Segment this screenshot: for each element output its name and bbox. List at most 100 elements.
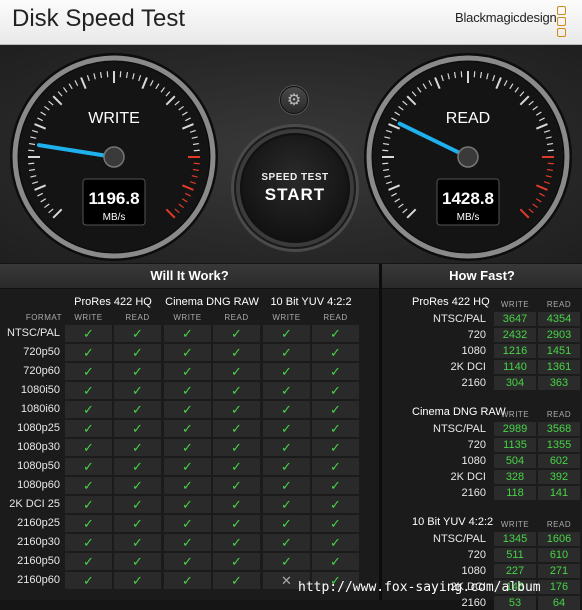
checkmark-icon: ✓ — [164, 344, 211, 361]
checkmark-icon: ✓ — [213, 496, 260, 513]
checkmark-icon: ✓ — [312, 496, 359, 513]
title-bar: Disk Speed Test Blackmagicdesign — [0, 0, 582, 45]
checkmark-icon: ✓ — [114, 572, 161, 589]
checkmark-icon: ✓ — [65, 572, 112, 589]
read-fps-value: 1361 — [538, 360, 580, 374]
format-row-label: 2K DCI 25 — [2, 496, 60, 513]
write-column-header: WRITE — [262, 313, 311, 322]
checkmark-icon: ✓ — [263, 496, 310, 513]
checkmark-icon: ✓ — [164, 363, 211, 380]
checkmark-icon: ✓ — [312, 420, 359, 437]
checkmark-icon: ✓ — [114, 515, 161, 532]
checkmark-icon: ✓ — [213, 515, 260, 532]
checkmark-icon: ✓ — [312, 477, 359, 494]
format-row-label: 1080i60 — [2, 401, 60, 418]
read-column-header: READ — [311, 313, 360, 322]
read-fps-value: 363 — [538, 376, 580, 390]
checkmark-icon: ✓ — [164, 515, 211, 532]
checkmark-icon: ✓ — [65, 420, 112, 437]
resolution-label: 2160 — [392, 377, 486, 389]
write-fps-value: 504 — [494, 454, 536, 468]
resolution-label: 2160 — [392, 487, 486, 499]
checkmark-icon: ✓ — [312, 344, 359, 361]
checkmark-icon: ✓ — [263, 439, 310, 456]
checkmark-icon: ✓ — [263, 420, 310, 437]
checkmark-icon: ✓ — [312, 515, 359, 532]
read-fps-value: 392 — [538, 470, 580, 484]
read-column-header: READ — [212, 313, 261, 322]
checkmark-icon: ✓ — [312, 553, 359, 570]
checkmark-icon: ✓ — [164, 572, 211, 589]
checkmark-icon: ✓ — [65, 363, 112, 380]
write-column-header: WRITE — [494, 300, 536, 309]
write-needle-hub — [104, 147, 124, 167]
write-gauge: WRITE1196.8MB/s — [8, 51, 220, 263]
checkmark-icon: ✓ — [164, 382, 211, 399]
format-column-header: FORMAT — [4, 313, 62, 322]
checkmark-icon: ✓ — [164, 401, 211, 418]
write-fps-value: 1140 — [494, 360, 536, 374]
write-fps-value: 328 — [494, 470, 536, 484]
settings-gear-button[interactable]: ⚙ — [280, 86, 308, 114]
checkmark-icon: ✓ — [213, 534, 260, 551]
checkmark-icon: ✓ — [213, 477, 260, 494]
checkmark-icon: ✓ — [164, 534, 211, 551]
format-row-label: 2160p30 — [2, 534, 60, 551]
checkmark-icon: ✓ — [65, 439, 112, 456]
read-fps-value: 1606 — [538, 532, 580, 546]
watermark-text: http://www.fox-saying.com/album — [298, 580, 541, 595]
resolution-label: 1080 — [392, 565, 486, 577]
checkmark-icon: ✓ — [263, 363, 310, 380]
read-speed-value: 1428.8 — [442, 189, 494, 208]
checkmark-icon: ✓ — [213, 382, 260, 399]
format-group-label: Cinema DNG RAW — [163, 296, 261, 308]
write-column-header: WRITE — [494, 520, 536, 529]
checkmark-icon: ✓ — [263, 553, 310, 570]
checkmark-icon: ✓ — [65, 534, 112, 551]
checkmark-icon: ✓ — [263, 325, 310, 342]
format-row-label: 2160p60 — [2, 572, 60, 589]
checkmark-icon: ✓ — [114, 439, 161, 456]
panel-divider — [379, 264, 382, 600]
read-column-header: READ — [538, 520, 580, 529]
resolution-label: 2K DCI — [392, 471, 486, 483]
format-row-label: 2160p50 — [2, 553, 60, 570]
will-it-work-header: Will It Work? — [0, 264, 379, 289]
write-fps-value: 227 — [494, 564, 536, 578]
checkmark-icon: ✓ — [65, 344, 112, 361]
format-row-label: NTSC/PAL — [2, 325, 60, 342]
start-button-label: START — [265, 185, 325, 205]
resolution-label: NTSC/PAL — [392, 313, 486, 325]
resolution-label: 1080 — [392, 455, 486, 467]
checkmark-icon: ✓ — [114, 534, 161, 551]
checkmark-icon: ✓ — [114, 401, 161, 418]
checkmark-icon: ✓ — [65, 553, 112, 570]
write-fps-value: 118 — [494, 486, 536, 500]
gear-icon: ⚙ — [287, 90, 301, 110]
checkmark-icon: ✓ — [114, 496, 161, 513]
how-fast-group-label: 10 Bit YUV 4:2:2 — [412, 516, 493, 528]
format-row-label: 1080p50 — [2, 458, 60, 475]
write-fps-value: 53 — [494, 596, 536, 610]
app-title: Disk Speed Test — [12, 5, 185, 33]
write-column-header: WRITE — [64, 313, 113, 322]
checkmark-icon: ✓ — [312, 458, 359, 475]
read-fps-value: 610 — [538, 548, 580, 562]
checkmark-icon: ✓ — [65, 458, 112, 475]
checkmark-icon: ✓ — [312, 439, 359, 456]
format-group-label: ProRes 422 HQ — [64, 296, 162, 308]
read-fps-value: 141 — [538, 486, 580, 500]
checkmark-icon: ✓ — [114, 382, 161, 399]
checkmark-icon: ✓ — [213, 344, 260, 361]
speed-test-start-button[interactable]: SPEED TEST START — [240, 133, 350, 243]
checkmark-icon: ✓ — [65, 477, 112, 494]
read-fps-value: 64 — [538, 596, 580, 610]
checkmark-icon: ✓ — [65, 496, 112, 513]
format-row-label: 1080i50 — [2, 382, 60, 399]
resolution-label: 2160 — [392, 597, 486, 609]
resolution-label: 720 — [392, 329, 486, 341]
format-row-label: 720p50 — [2, 344, 60, 361]
read-fps-value: 4354 — [538, 312, 580, 326]
checkmark-icon: ✓ — [213, 553, 260, 570]
checkmark-icon: ✓ — [114, 458, 161, 475]
